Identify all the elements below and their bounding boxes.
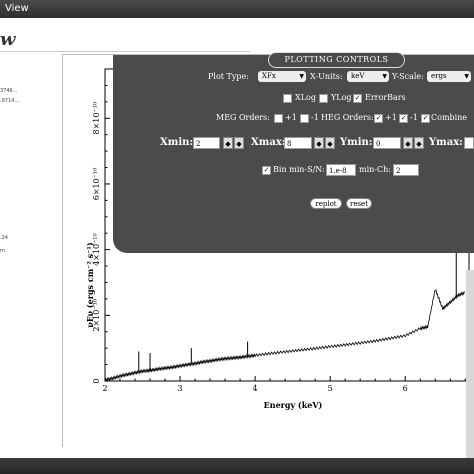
- scrollbar[interactable]: [466, 270, 474, 458]
- plotting-controls-panel: PLOTTING CONTROLS Plot Type: XFx ▼ X-Unit…: [113, 52, 474, 253]
- menubar: View: [0, 0, 474, 18]
- ymin-increment-button[interactable]: ◆: [414, 137, 424, 149]
- divider: [0, 51, 250, 52]
- errorbars-label: ErrorBars: [365, 93, 406, 102]
- bin-min-sn-input[interactable]: 1.e-8: [326, 164, 356, 176]
- ylog-label: YLog: [331, 93, 352, 102]
- menu-view[interactable]: View: [5, 3, 29, 14]
- plot-type-value: XFx: [262, 72, 276, 80]
- sidebar: 3746... .9714... .24 m: [0, 60, 58, 455]
- meg-minus-label: -1: [311, 113, 319, 122]
- sidebar-line: .24: [0, 235, 8, 241]
- sidebar-line: .9714...: [0, 98, 20, 104]
- combine-checkbox[interactable]: ✓: [421, 114, 430, 123]
- ymin-decrement-button[interactable]: ◆: [403, 137, 413, 149]
- plot-type-select[interactable]: XFx ▼: [258, 71, 306, 82]
- y-tick-label: 6×10⁻¹⁰: [92, 168, 101, 201]
- x-units-select[interactable]: keV ▼: [347, 71, 389, 82]
- ymin-label: Ymin:: [340, 137, 373, 148]
- x-tick-label: 4: [253, 384, 258, 393]
- meg-plus-checkbox[interactable]: [274, 114, 283, 123]
- bin-checkbox[interactable]: ✓: [262, 166, 271, 175]
- xmin-increment-button[interactable]: ◆: [234, 137, 244, 149]
- ymax-label: Ymax:: [429, 137, 463, 148]
- x-tick-label: 6: [403, 384, 408, 393]
- y-scale-select[interactable]: ergs ▼: [427, 71, 471, 82]
- xmax-label: Xmax:: [251, 137, 286, 148]
- ymin-input[interactable]: 0: [373, 137, 401, 149]
- x-axis-label: Energy (keV): [264, 400, 323, 410]
- xmax-increment-button[interactable]: ◆: [325, 137, 335, 149]
- xmax-input[interactable]: 8: [284, 137, 312, 149]
- x-tick-label: 5: [328, 384, 333, 393]
- chevron-down-icon: ▼: [382, 73, 387, 80]
- y-scale-label: Y-Scale:: [392, 72, 424, 81]
- page-title: w: [0, 29, 16, 50]
- bin-min-sn-label: Bin min-S/N:: [273, 165, 325, 174]
- chevron-down-icon: ▼: [464, 73, 469, 80]
- xmin-input[interactable]: 2: [193, 137, 220, 149]
- y-axis-label: νFν (ergs cm⁻² s⁻¹): [85, 242, 95, 328]
- x-units-label: X-Units:: [310, 72, 343, 81]
- reset-button[interactable]: reset: [346, 198, 372, 209]
- min-ch-label: min-Ch:: [359, 165, 391, 174]
- controls-title: PLOTTING CONTROLS: [268, 52, 405, 68]
- x-units-value: keV: [351, 72, 365, 80]
- min-ch-input[interactable]: 2: [393, 164, 419, 176]
- xlog-checkbox[interactable]: [283, 94, 292, 103]
- meg-plus-label: +1: [285, 113, 297, 122]
- ylog-checkbox[interactable]: [319, 94, 328, 103]
- heg-orders-label: HEG Orders:: [321, 113, 374, 122]
- x-tick-label: 2: [102, 384, 107, 393]
- errorbars-checkbox[interactable]: ✓: [353, 94, 362, 103]
- y-scale-value: ergs: [431, 72, 447, 80]
- xmin-label: Xmin:: [160, 137, 194, 148]
- combine-label: Combine: [431, 113, 468, 122]
- meg-orders-label: MEG Orders:: [216, 113, 270, 122]
- sidebar-line: m: [0, 248, 5, 254]
- x-tick-label: 3: [178, 384, 183, 393]
- heg-minus-label: -1: [410, 113, 418, 122]
- plot-type-label: Plot Type:: [208, 72, 249, 81]
- xmin-decrement-button[interactable]: ◆: [223, 137, 233, 149]
- chevron-down-icon: ▼: [299, 73, 304, 80]
- replot-button[interactable]: replot: [310, 198, 342, 209]
- heg-minus-checkbox[interactable]: ✓: [399, 114, 408, 123]
- xmax-decrement-button[interactable]: ◆: [314, 137, 324, 149]
- sidebar-line: 3746...: [0, 88, 18, 94]
- xlog-label: XLog: [295, 93, 316, 102]
- heg-plus-label: +1: [385, 113, 397, 122]
- heg-plus-checkbox[interactable]: ✓: [374, 114, 383, 123]
- spectrum-line: [104, 289, 465, 383]
- meg-minus-checkbox[interactable]: [300, 114, 309, 123]
- status-bar: [0, 458, 474, 474]
- ymax-input[interactable]: [464, 137, 474, 149]
- y-tick-label: 8×10⁻¹⁰: [92, 102, 101, 135]
- y-tick-label: 0: [92, 378, 101, 383]
